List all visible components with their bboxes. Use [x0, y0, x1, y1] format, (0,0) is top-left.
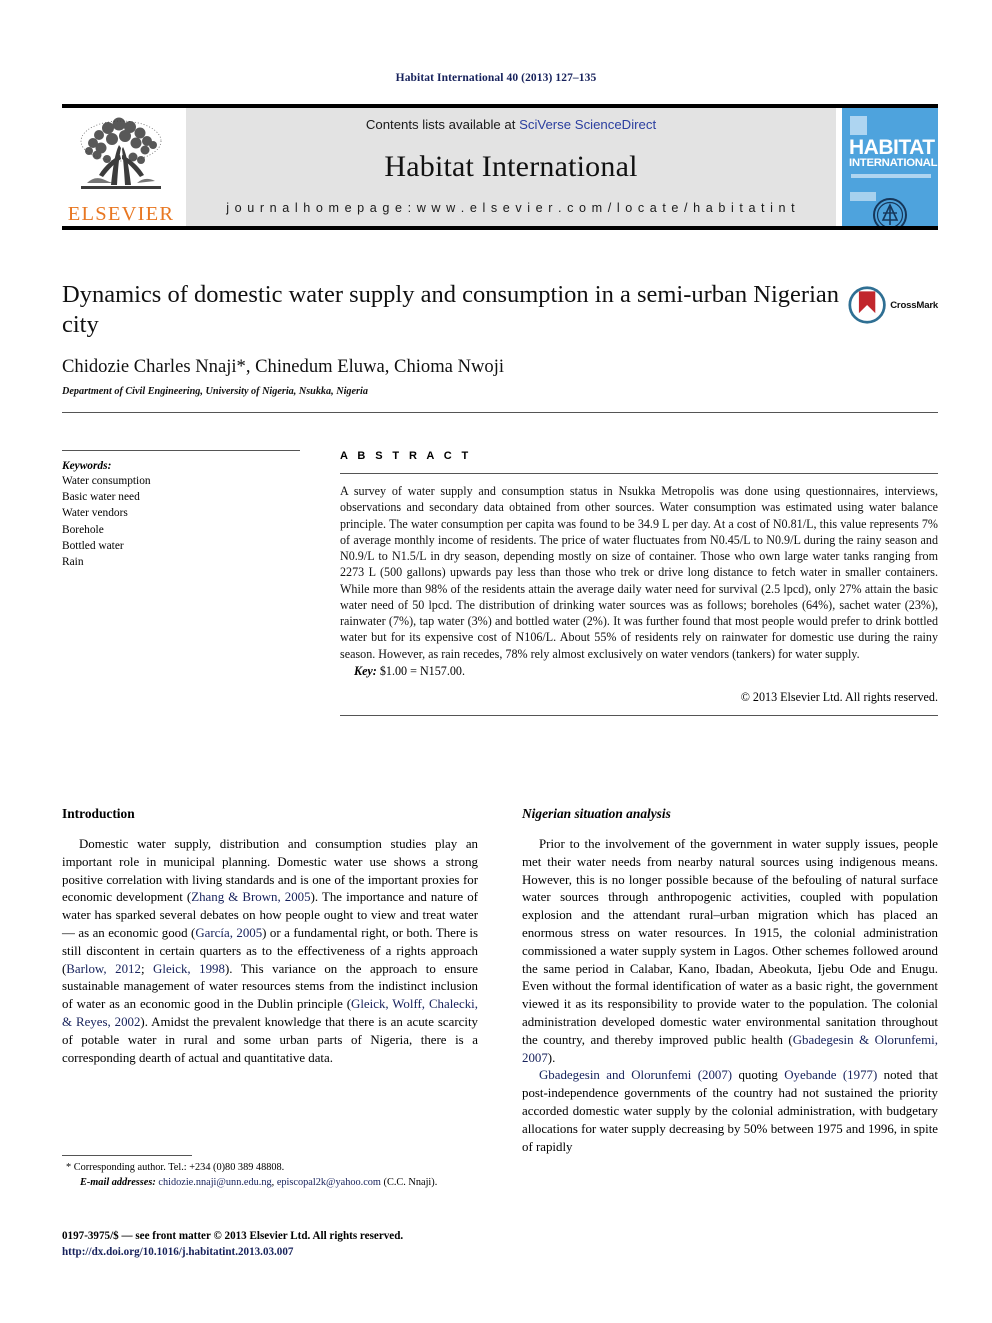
footnote-block: * Corresponding author. Tel.: +234 (0)80… — [62, 1155, 478, 1190]
keyword-item: Rain — [62, 555, 84, 568]
citation-link[interactable]: Zhang & Brown, 2005 — [191, 890, 310, 904]
keyword-item: Borehole — [62, 523, 104, 536]
keywords-heading: Keywords: — [62, 460, 112, 472]
paragraph-text: Prior to the involvement of the governme… — [522, 837, 938, 1047]
crossmark-badge[interactable]: CrossMark — [848, 282, 938, 328]
sciencedirect-link[interactable]: SciVerse ScienceDirect — [519, 117, 656, 132]
journal-title: Habitat International — [384, 149, 638, 183]
abstract-key-value: $1.00 = N157.00. — [379, 663, 465, 678]
email-suffix: (C.C. Nnaji). — [380, 1176, 438, 1188]
corresponding-author-note: * Corresponding author. Tel.: +234 (0)80… — [66, 1162, 285, 1173]
crossmark-icon — [848, 286, 886, 324]
citation-link[interactable]: García, 2005 — [195, 926, 262, 940]
journal-cover-image: HABITAT INTERNATIONAL — [842, 108, 938, 226]
paragraph-text: quoting — [732, 1068, 785, 1083]
footnote-rule — [62, 1155, 192, 1156]
section-heading-nigerian-situation-analysis: Nigerian situation analysis — [522, 806, 671, 821]
right-column: Nigerian situation analysis Prior to the… — [522, 806, 938, 1156]
cover-title-line2: INTERNATIONAL — [849, 157, 938, 170]
email-link-1[interactable]: chidozie.nnaji@unn.edu.ng — [158, 1177, 271, 1188]
section-heading-introduction: Introduction — [62, 806, 135, 821]
citation-link[interactable]: Gleick, 1998 — [153, 962, 225, 976]
abstract-bottom-rule — [340, 714, 938, 716]
abstract-heading: A B S T R A C T — [340, 450, 472, 462]
abstract-text: A survey of water supply and consumption… — [340, 484, 938, 661]
cover-title: HABITAT INTERNATIONAL — [849, 136, 938, 170]
journal-emblem-icon — [873, 198, 907, 226]
paragraph-text: ; — [140, 961, 154, 976]
paragraph: Gbadegesin and Olorunfemi (2007) quoting… — [522, 1067, 938, 1156]
journal-homepage-link[interactable]: j o u r n a l h o m e p a g e : w w w . … — [226, 201, 795, 215]
abstract-copyright: © 2013 Elsevier Ltd. All rights reserved… — [740, 689, 938, 704]
issn-copyright-line: 0197-3975/$ — see front matter © 2013 El… — [62, 1230, 404, 1242]
left-column: Introduction Domestic water supply, dist… — [62, 806, 478, 1156]
masthead-bottom-rule — [62, 226, 938, 230]
page-footer: 0197-3975/$ — see front matter © 2013 El… — [62, 1228, 582, 1260]
author-list: Chidozie Charles Nnaji*, Chinedum Eluwa,… — [62, 356, 505, 378]
abstract-section: Keywords: Water consumption Basic water … — [62, 450, 938, 716]
keyword-item: Bottled water — [62, 539, 124, 552]
affiliation: Department of Civil Engineering, Univers… — [62, 386, 368, 398]
page-title: Dynamics of domestic water supply and co… — [62, 281, 840, 339]
keyword-item: Basic water need — [62, 491, 140, 504]
article-header: Dynamics of domestic water supply and co… — [62, 280, 938, 414]
elsevier-logo: ELSEVIER — [62, 108, 180, 226]
elsevier-tree-icon — [80, 117, 162, 189]
cover-subtitle-bar — [851, 174, 931, 178]
abstract-top-rule — [340, 473, 938, 474]
keyword-item: Water vendors — [62, 507, 128, 520]
contents-prefix: Contents lists available at — [365, 117, 520, 132]
abstract-key-label: Key: — [354, 663, 377, 678]
email-link-2[interactable]: episcopal2k@yahoo.com — [277, 1177, 381, 1188]
body-columns: Introduction Domestic water supply, dist… — [62, 806, 938, 1156]
keywords-top-rule — [62, 450, 300, 451]
citation-link[interactable]: Barlow, 2012 — [66, 962, 141, 976]
paragraph: Prior to the involvement of the governme… — [522, 836, 938, 1067]
contents-available-line: Contents lists available at SciVerse Sci… — [366, 117, 656, 132]
journal-banner: Contents lists available at SciVerse Sci… — [186, 108, 836, 226]
abstract-block: A B S T R A C T A survey of water supply… — [340, 450, 938, 716]
email-label: E-mail addresses: — [80, 1176, 156, 1188]
paper-page: Habitat International 40 (2013) 127–135 — [0, 0, 992, 1323]
keyword-item: Water consumption — [62, 475, 151, 487]
crossmark-label: CrossMark — [890, 299, 938, 311]
paragraph-text: ). — [547, 1050, 556, 1065]
abstract-key-line: Key: $1.00 = N157.00. — [340, 664, 938, 679]
doi-link[interactable]: http://dx.doi.org/10.1016/j.habitatint.2… — [62, 1244, 582, 1260]
elsevier-wordmark: ELSEVIER — [67, 202, 175, 225]
title-bottom-rule — [62, 412, 938, 414]
citation-link[interactable]: Oyebande (1977) — [784, 1068, 877, 1082]
email-addresses-note: E-mail addresses: chidozie.nnaji@unn.edu… — [62, 1176, 478, 1191]
cover-elsevier-mark-icon — [850, 116, 867, 135]
running-head: Habitat International 40 (2013) 127–135 — [395, 72, 597, 84]
citation-link[interactable]: Gbadegesin and Olorunfemi (2007) — [539, 1068, 732, 1082]
paragraph: Domestic water supply, distribution and … — [62, 836, 478, 1067]
journal-masthead: ELSEVIER Contents lists available at Sci… — [62, 104, 938, 230]
keywords-block: Keywords: Water consumption Basic water … — [62, 450, 310, 716]
cover-title-line1: HABITAT — [849, 136, 935, 159]
